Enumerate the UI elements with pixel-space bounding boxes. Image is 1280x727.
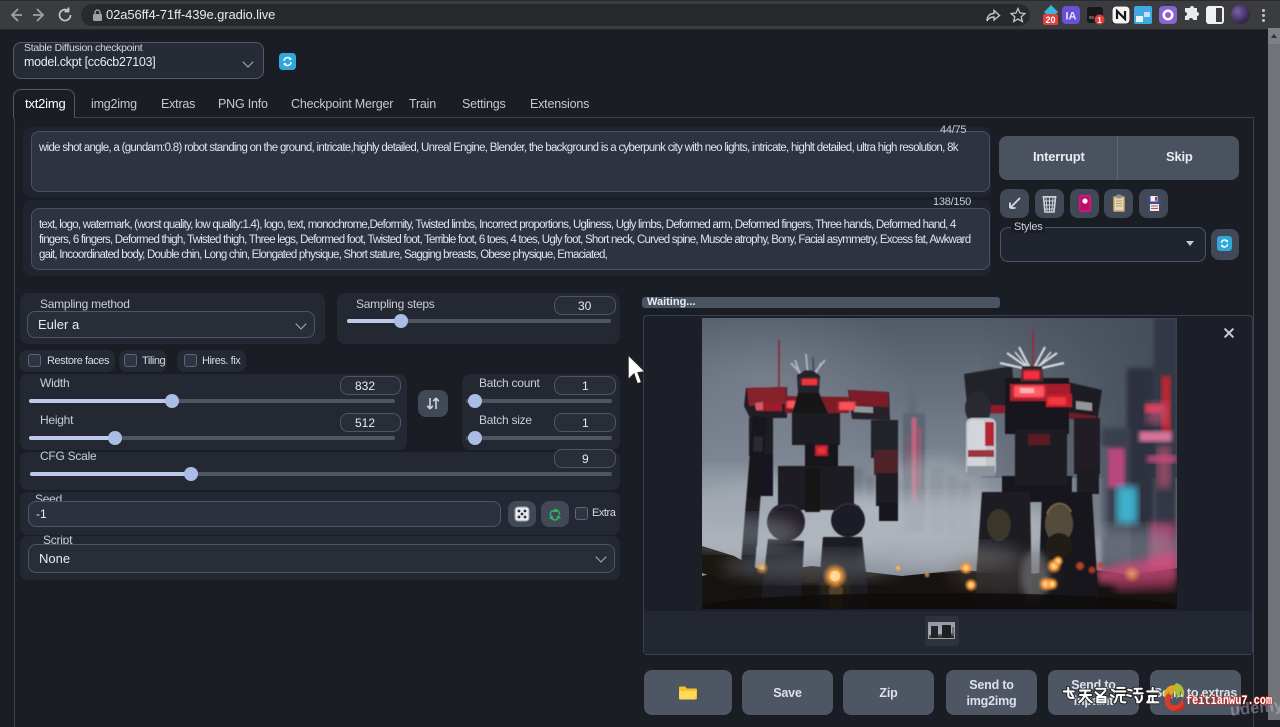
svg-text:IA: IA <box>1066 11 1077 23</box>
svg-text:1: 1 <box>1097 16 1102 25</box>
svg-text:20: 20 <box>1045 15 1055 25</box>
